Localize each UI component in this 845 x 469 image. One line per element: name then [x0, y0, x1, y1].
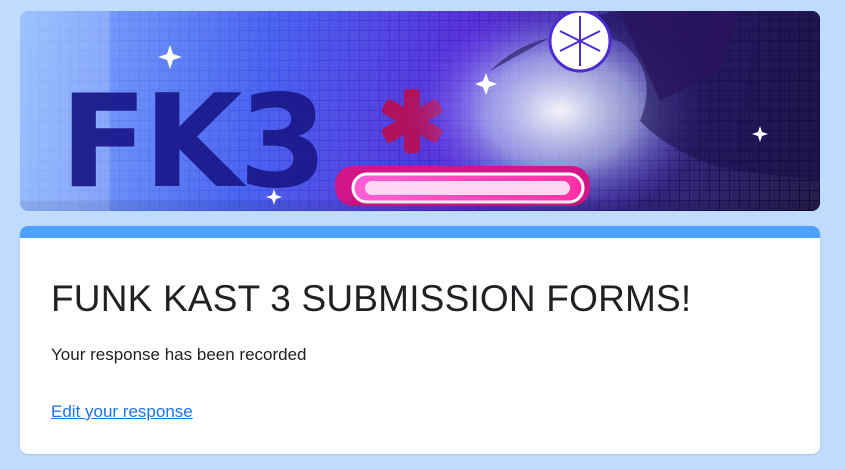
- confirmation-card: FUNK KAST 3 SUBMISSION FORMS! Your respo…: [20, 226, 820, 454]
- banner-artwork: FK3: [20, 11, 820, 211]
- banner-logo: FK3: [60, 68, 324, 211]
- edit-response-link[interactable]: Edit your response: [51, 402, 193, 422]
- confirmation-message: Your response has been recorded: [51, 345, 307, 364]
- form-title: FUNK KAST 3 SUBMISSION FORMS!: [51, 278, 692, 319]
- header-banner-image: FK3: [20, 11, 820, 211]
- card-accent-bar: [20, 226, 820, 238]
- page: FK3 FUNK KAST 3 SUBMISSION FORMS! Your r…: [0, 0, 845, 469]
